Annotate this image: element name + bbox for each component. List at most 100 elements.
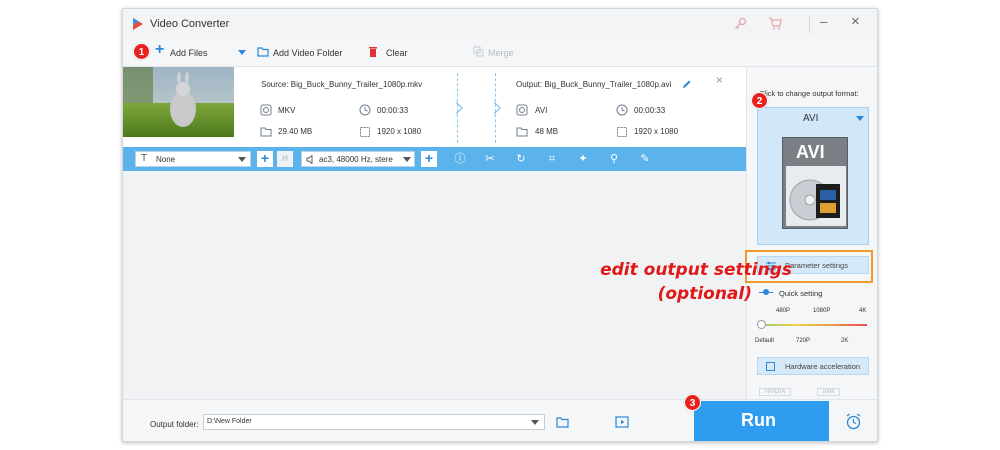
output-folder-value: D:\New Folder bbox=[207, 418, 252, 425]
info-icon[interactable]: ⓘ bbox=[452, 151, 468, 167]
format-name: AVI bbox=[803, 113, 819, 124]
quality-label-default: Default bbox=[755, 338, 775, 344]
cart-icon[interactable] bbox=[768, 17, 782, 30]
add-subtitle-button[interactable]: + bbox=[257, 151, 273, 167]
quality-slider-track bbox=[759, 324, 867, 326]
remove-item-icon[interactable]: × bbox=[716, 73, 723, 87]
source-duration: 00:00:33 bbox=[377, 106, 409, 115]
audio-select-value: ac3, 48000 Hz, stere bbox=[319, 155, 393, 164]
audio-select[interactable]: ac3, 48000 Hz, stere bbox=[301, 151, 415, 167]
add-files-dropdown-icon[interactable] bbox=[238, 50, 246, 55]
step-badge-2: 2 bbox=[751, 92, 768, 109]
output-resolution: 1920 x 1080 bbox=[634, 127, 679, 136]
clear-label: Clear bbox=[386, 48, 408, 58]
intel-badge[interactable]: Intel bbox=[817, 388, 841, 396]
chevron-down-icon bbox=[403, 157, 411, 162]
effects-icon[interactable]: ✦ bbox=[575, 151, 591, 167]
speaker-icon bbox=[306, 155, 313, 164]
scissors-icon[interactable]: ✂ bbox=[482, 151, 498, 167]
subtitle-toggle-icon[interactable]: H bbox=[277, 151, 293, 167]
run-label: Run bbox=[741, 410, 776, 430]
chevron-down-icon bbox=[238, 157, 246, 162]
file-item[interactable]: Source: Big_Buck_Bunny_Trailer_1080p.mkv… bbox=[123, 67, 746, 147]
annotation-line-2: (optional) bbox=[657, 284, 752, 304]
rotate-icon[interactable]: ↻ bbox=[513, 151, 529, 167]
annotation-line-1: edit output settings bbox=[600, 260, 792, 280]
run-button[interactable]: Run bbox=[694, 401, 829, 441]
chip-icon bbox=[766, 362, 775, 371]
subtitle-select[interactable]: T None bbox=[135, 151, 251, 167]
add-files-label: Add Files bbox=[170, 48, 208, 58]
clear-button[interactable]: Clear bbox=[368, 45, 418, 61]
minimize-button[interactable]: – bbox=[820, 14, 827, 29]
plus-icon: + bbox=[155, 41, 165, 58]
nvidia-badge[interactable]: NVIDIA bbox=[759, 388, 792, 396]
merge-icon bbox=[473, 46, 484, 57]
app-window: Video Converter – × + Add Files Add Vide… bbox=[122, 8, 878, 442]
key-icon[interactable] bbox=[734, 17, 747, 30]
toolbar: + Add Files Add Video Folder Clear Merge bbox=[123, 39, 877, 67]
avi-logo-text: AVI bbox=[796, 142, 825, 162]
quality-slider-thumb[interactable] bbox=[757, 320, 766, 329]
title-bar: Video Converter – × bbox=[123, 9, 877, 39]
open-output-folder-icon[interactable] bbox=[615, 416, 629, 428]
arrow-right-icon bbox=[455, 101, 463, 115]
parameter-settings-label: Parameter settings bbox=[785, 261, 848, 270]
edit-toolbar: T None + H ac3, 48000 Hz, stere + ⓘ ✂ ↻ … bbox=[123, 147, 746, 171]
clock-icon bbox=[616, 104, 628, 116]
quality-label-4k: 4K bbox=[859, 308, 867, 314]
video-thumbnail[interactable] bbox=[123, 67, 234, 137]
format-hint: Click to change output format: bbox=[759, 89, 859, 98]
output-filename: Output: Big_Buck_Bunny_Trailer_1080p.avi bbox=[516, 80, 672, 89]
add-video-folder-button[interactable]: Add Video Folder bbox=[257, 45, 347, 61]
subtitle-select-value: None bbox=[156, 155, 176, 164]
open-folder-icon[interactable] bbox=[556, 416, 570, 428]
subtitle-edit-icon[interactable]: ✎ bbox=[637, 151, 653, 167]
output-format-selector[interactable]: AVI AVI bbox=[757, 107, 869, 245]
filesize-icon bbox=[516, 127, 528, 137]
step-badge-3: 3 bbox=[684, 394, 701, 411]
close-button[interactable]: × bbox=[851, 13, 860, 30]
output-format-panel: Click to change output format: AVI AVI P… bbox=[745, 67, 877, 399]
subtitle-icon: T bbox=[141, 153, 148, 164]
source-filename: Source: Big_Buck_Bunny_Trailer_1080p.mkv bbox=[261, 80, 423, 89]
hardware-acceleration-button[interactable]: Hardware acceleration bbox=[757, 357, 869, 375]
source-resolution: 1920 x 1080 bbox=[377, 127, 422, 136]
annotation-text: edit output settings (optional) bbox=[600, 258, 792, 306]
output-duration: 00:00:33 bbox=[634, 106, 666, 115]
quality-label-2k: 2K bbox=[841, 338, 849, 344]
output-size: 48 MB bbox=[535, 127, 559, 136]
source-format: MKV bbox=[278, 106, 296, 115]
filesize-icon bbox=[260, 127, 272, 137]
step-badge-1: 1 bbox=[133, 43, 150, 60]
output-folder-label: Output folder: bbox=[150, 420, 199, 429]
hardware-acceleration-label: Hardware acceleration bbox=[785, 362, 861, 371]
resolution-icon bbox=[360, 127, 370, 137]
quality-label-720p: 720P bbox=[796, 338, 811, 344]
format-icon bbox=[516, 104, 528, 116]
format-icon bbox=[260, 104, 272, 116]
merge-label: Merge bbox=[488, 48, 514, 58]
quality-slider[interactable] bbox=[757, 319, 869, 331]
crop-icon[interactable]: ⌗ bbox=[544, 151, 560, 167]
alarm-clock-icon[interactable] bbox=[845, 413, 862, 430]
source-size: 29.40 MB bbox=[278, 127, 313, 136]
chevron-down-icon bbox=[531, 420, 539, 425]
avi-format-icon: AVI bbox=[782, 137, 848, 229]
folder-icon bbox=[257, 47, 269, 57]
add-audio-button[interactable]: + bbox=[421, 151, 437, 167]
window-title: Video Converter bbox=[150, 18, 230, 30]
watermark-icon[interactable]: ⚲ bbox=[606, 151, 622, 167]
clock-icon bbox=[359, 104, 371, 116]
chevron-down-icon bbox=[856, 116, 864, 121]
app-logo-icon bbox=[133, 18, 143, 30]
merge-button[interactable]: Merge bbox=[473, 45, 523, 61]
quality-label-480p: 480P bbox=[776, 308, 791, 314]
trash-icon bbox=[369, 47, 377, 57]
edit-icon[interactable] bbox=[681, 79, 692, 90]
add-files-button[interactable]: + Add Files bbox=[155, 41, 247, 61]
title-separator bbox=[809, 15, 810, 33]
add-video-folder-label: Add Video Folder bbox=[273, 48, 343, 58]
arrow-right-icon bbox=[493, 101, 501, 115]
output-folder-field[interactable]: D:\New Folder bbox=[203, 414, 545, 430]
